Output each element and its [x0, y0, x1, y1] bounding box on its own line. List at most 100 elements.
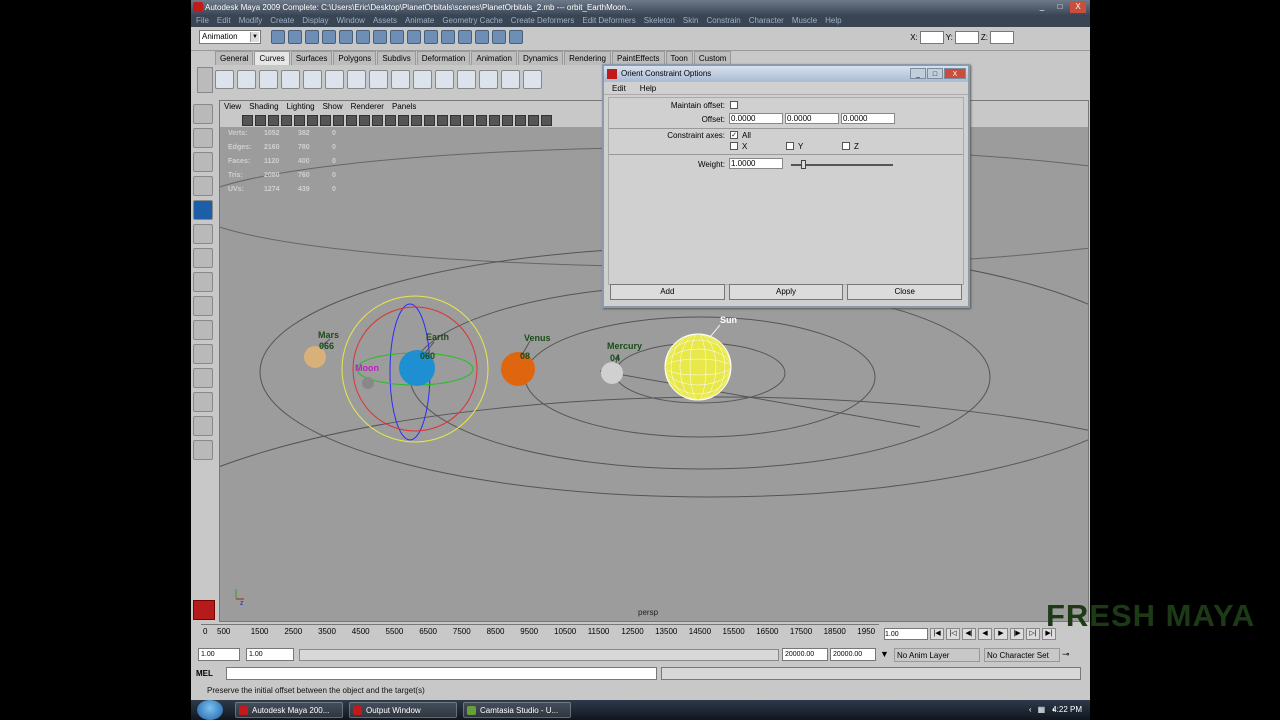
sun-planet[interactable]: [664, 333, 732, 401]
viewport-menu-shading[interactable]: Shading: [249, 101, 278, 113]
film-gate-icon[interactable]: [307, 114, 318, 126]
attach-curve-icon[interactable]: [347, 69, 366, 89]
menu-animate[interactable]: Animate: [405, 15, 434, 27]
field-chart-icon[interactable]: [346, 114, 357, 126]
menu-create-deformers[interactable]: Create Deformers: [511, 15, 575, 27]
ipr-render-icon[interactable]: [475, 30, 489, 44]
grid-icon[interactable]: [294, 114, 305, 126]
shadows-icon[interactable]: [437, 114, 448, 126]
layout-custom-icon[interactable]: [193, 416, 213, 436]
layout-more-icon[interactable]: [193, 440, 213, 460]
axis-all-checkbox[interactable]: ✓: [730, 131, 738, 139]
select-component-icon[interactable]: [356, 30, 370, 44]
shelf-tab-rendering[interactable]: Rendering: [564, 51, 611, 65]
weight-slider[interactable]: [791, 160, 893, 169]
layout-graph-icon[interactable]: [193, 368, 213, 388]
step-forward-key-icon[interactable]: ▷|: [1026, 628, 1040, 640]
layout-outliner-icon[interactable]: [193, 344, 213, 364]
maya-logo-icon[interactable]: [193, 600, 215, 620]
extend-curve-icon[interactable]: [413, 69, 432, 89]
step-back-key-icon[interactable]: |◁: [946, 628, 960, 640]
layout-single-icon[interactable]: [193, 296, 213, 316]
dialog-minimize-button[interactable]: _: [910, 68, 926, 79]
menu-create[interactable]: Create: [270, 15, 294, 27]
character-set-dropdown[interactable]: No Character Set: [984, 648, 1060, 662]
range-bar[interactable]: [299, 649, 779, 661]
y-field[interactable]: [954, 31, 979, 44]
anim-start-field[interactable]: [198, 648, 240, 661]
frame-selected-icon[interactable]: [541, 114, 552, 126]
open-scene-icon[interactable]: [288, 30, 302, 44]
axis-z-checkbox[interactable]: [842, 142, 850, 150]
history-icon[interactable]: [441, 30, 455, 44]
menu-edit-deformers[interactable]: Edit Deformers: [582, 15, 635, 27]
square-curve-icon[interactable]: [237, 69, 256, 89]
pencil-curve-icon[interactable]: [303, 69, 322, 89]
gate-mask-icon[interactable]: [333, 114, 344, 126]
select-object-icon[interactable]: [339, 30, 353, 44]
minimize-button[interactable]: _: [1034, 1, 1050, 13]
xray-icon[interactable]: [450, 114, 461, 126]
menu-window[interactable]: Window: [337, 15, 365, 27]
ui-elements-icon[interactable]: [515, 114, 526, 126]
maintain-offset-checkbox[interactable]: [730, 101, 738, 109]
shelf-tab-general[interactable]: General: [215, 51, 254, 65]
hud-icon[interactable]: [489, 114, 500, 126]
task-output-window[interactable]: Output Window: [349, 702, 457, 718]
menu-constrain[interactable]: Constrain: [706, 15, 740, 27]
high-quality-icon[interactable]: [476, 114, 487, 126]
layout-four-icon[interactable]: [193, 320, 213, 340]
start-button[interactable]: [197, 700, 223, 720]
shelf-tab-toon[interactable]: Toon: [665, 51, 693, 65]
hypershade-icon[interactable]: [509, 30, 523, 44]
z-field[interactable]: [990, 31, 1014, 44]
play-backward-icon[interactable]: ◀: [978, 628, 992, 640]
frame-all-icon[interactable]: [528, 114, 539, 126]
viewport-menu-lighting[interactable]: Lighting: [287, 101, 315, 113]
circle-curve-icon[interactable]: [215, 69, 234, 89]
camera-attr-icon[interactable]: [255, 114, 266, 126]
shelf-tab-dynamics[interactable]: Dynamics: [517, 51, 564, 65]
safe-action-icon[interactable]: [359, 114, 370, 126]
task-maya[interactable]: Autodesk Maya 200...: [235, 702, 343, 718]
key-icon[interactable]: ⊸: [1062, 649, 1070, 660]
dialog-close-icon[interactable]: X: [944, 68, 966, 79]
cmd-language-label[interactable]: MEL: [196, 667, 222, 681]
command-input[interactable]: [226, 667, 657, 680]
shelf-tab-custom[interactable]: Custom: [693, 51, 732, 65]
wireframe-icon[interactable]: [385, 114, 396, 126]
planar-icon[interactable]: [523, 69, 542, 89]
select-hierarchy-icon[interactable]: [322, 30, 336, 44]
offset-y-field[interactable]: [785, 113, 839, 124]
anim-end-field[interactable]: [830, 648, 876, 661]
image-plane-icon[interactable]: [281, 114, 292, 126]
step-back-frame-icon[interactable]: ◀|: [962, 628, 976, 640]
select-tool-icon[interactable]: [193, 104, 213, 124]
current-time-field[interactable]: [884, 628, 928, 640]
snap-grid-icon[interactable]: [373, 30, 387, 44]
step-forward-frame-icon[interactable]: |▶: [1010, 628, 1024, 640]
mercury-planet[interactable]: [601, 362, 623, 384]
menu-display[interactable]: Display: [302, 15, 328, 27]
time-slider[interactable]: 0 500 1500 2500 3500 4500 5500 6500 7500 8500 9500…: [201, 624, 879, 642]
menu-geometry-cache[interactable]: Geometry Cache: [442, 15, 502, 27]
apply-button[interactable]: Apply: [728, 284, 844, 300]
dialog-menu-help[interactable]: Help: [640, 82, 656, 94]
clock[interactable]: 4:22 PM: [1052, 700, 1082, 720]
rebuild-curve-icon[interactable]: [457, 69, 476, 89]
menu-set-dropdown[interactable]: Animation ▼: [199, 30, 261, 44]
safe-title-icon[interactable]: [372, 114, 383, 126]
playback-end-field[interactable]: [782, 648, 828, 661]
weight-slider-handle[interactable]: [801, 160, 807, 169]
shelf-tab-animation[interactable]: Animation: [471, 51, 517, 65]
dialog-title-bar[interactable]: Orient Constraint Options _ □ X: [604, 66, 968, 82]
menu-edit[interactable]: Edit: [217, 15, 231, 27]
add-button[interactable]: Add: [610, 284, 725, 300]
snap-curve-icon[interactable]: [390, 30, 404, 44]
loft-icon[interactable]: [501, 69, 520, 89]
close-button[interactable]: Close: [847, 284, 963, 300]
offset-z-field[interactable]: [841, 113, 895, 124]
smooth-shade-icon[interactable]: [398, 114, 409, 126]
revolve-icon[interactable]: [479, 69, 498, 89]
isolate-select-icon[interactable]: [463, 114, 474, 126]
